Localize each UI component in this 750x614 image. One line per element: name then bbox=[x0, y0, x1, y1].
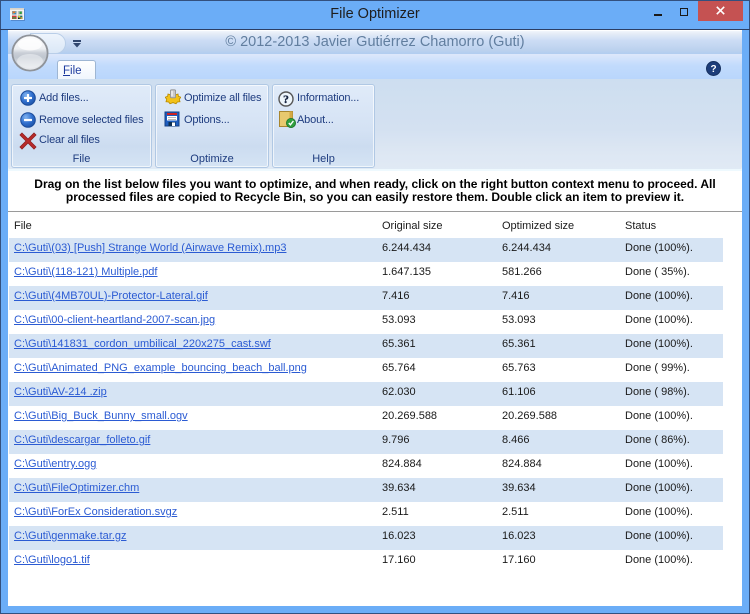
svg-text:?: ? bbox=[710, 64, 716, 75]
svg-text:?: ? bbox=[283, 94, 289, 106]
